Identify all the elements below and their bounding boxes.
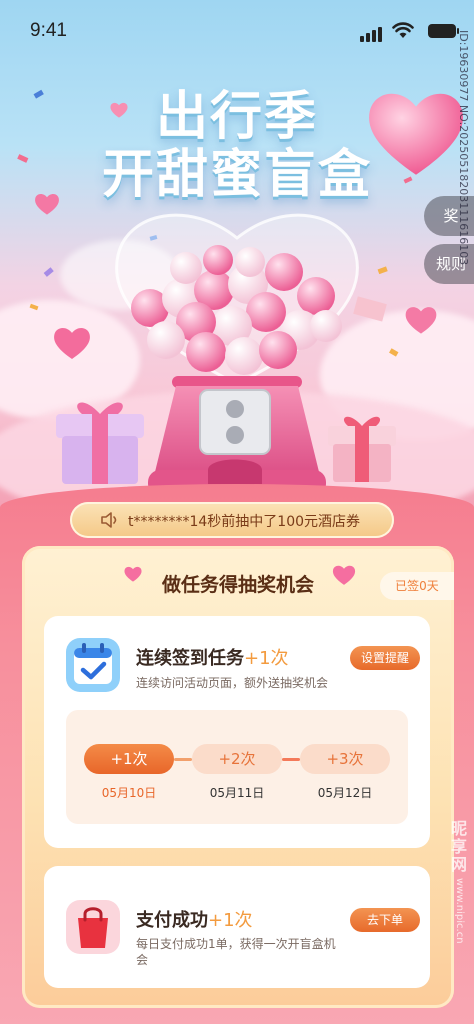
watermark-char: 网	[450, 855, 467, 874]
watermark-char: 昵	[450, 819, 467, 838]
payment-task-title: 支付成功+1次	[136, 910, 253, 931]
gift-box-icon	[56, 402, 144, 484]
payment-task-description: 每日支付成功1单，获得一次开盲盒机会	[136, 937, 336, 967]
set-reminder-button[interactable]: 设置提醒	[350, 646, 420, 670]
watermark-char: 享	[450, 837, 467, 856]
winner-ticker: t********14秒前抽中了100元酒店券	[70, 502, 394, 538]
tasks-panel: 做任务得抽奖机会 已签0天 连续签到任务+1次 连续访问活动页面，额外送抽奖机会…	[22, 546, 454, 1008]
step-connector	[174, 758, 192, 761]
gift-box-icon	[328, 416, 396, 482]
step-1-date: 05月10日	[101, 786, 157, 800]
image-id-watermark: ID:19630977 NO:20250518203111616103	[457, 30, 470, 266]
shopping-bag-icon	[66, 900, 120, 954]
signed-days-badge: 已签0天	[380, 572, 454, 600]
payment-task-card: 支付成功+1次 每日支付成功1单，获得一次开盲盒机会 去下单	[44, 866, 430, 988]
step-connector	[282, 758, 300, 761]
step-2-badge: +2次	[192, 744, 282, 774]
signin-task-title: 连续签到任务+1次	[136, 648, 289, 669]
signin-steps: +1次 +2次 +3次 05月10日 05月11日 05月12日	[66, 710, 408, 824]
go-order-button[interactable]: 去下单	[350, 908, 420, 932]
signin-task-reward: +1次	[244, 648, 289, 669]
step-2-date: 05月11日	[209, 786, 265, 800]
step-1-badge: +1次	[84, 744, 174, 774]
site-watermark: 昵 享 网 www.nipic.cn	[446, 820, 472, 944]
watermark-url: www.nipic.cn	[454, 878, 465, 944]
step-3-date: 05月12日	[317, 786, 373, 800]
payment-task-reward: +1次	[208, 910, 253, 931]
signin-task-description: 连续访问活动页面，额外送抽奖机会	[136, 676, 329, 690]
step-3-badge: +3次	[300, 744, 390, 774]
signin-task-card: 连续签到任务+1次 连续访问活动页面，额外送抽奖机会 设置提醒 +1次 +2次 …	[44, 616, 430, 848]
calendar-check-icon	[66, 638, 120, 692]
speaker-icon	[101, 512, 117, 528]
ticker-text: t********14秒前抽中了100元酒店券	[128, 514, 361, 530]
